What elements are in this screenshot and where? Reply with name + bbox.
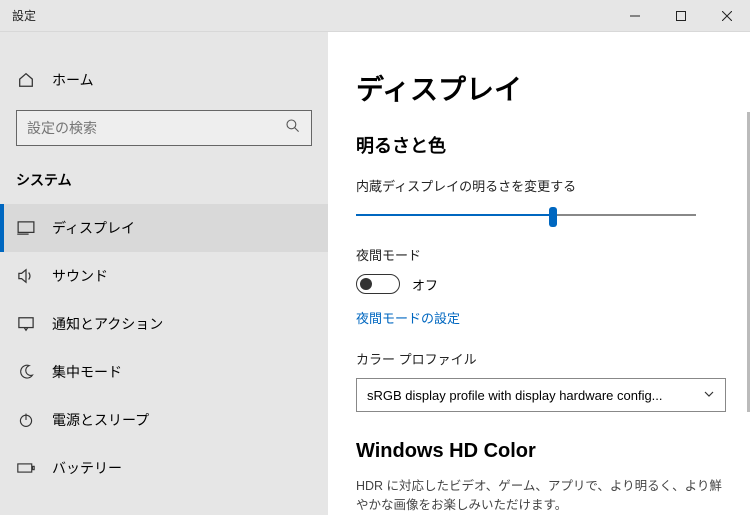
home-link[interactable]: ホーム: [0, 62, 328, 110]
page-title: ディスプレイ: [356, 68, 722, 108]
moon-icon: [16, 364, 36, 380]
nav-item-notifications[interactable]: 通知とアクション: [0, 300, 328, 348]
nav-item-battery[interactable]: バッテリー: [0, 444, 328, 492]
nightmode-label: 夜間モード: [356, 245, 722, 264]
power-icon: [16, 412, 36, 428]
minimize-button[interactable]: [612, 0, 658, 32]
titlebar: 設定: [0, 0, 750, 32]
category-label: システム: [0, 170, 328, 204]
dropdown-value: sRGB display profile with display hardwa…: [367, 388, 663, 403]
nav-item-power[interactable]: 電源とスリープ: [0, 396, 328, 444]
color-profile-dropdown[interactable]: sRGB display profile with display hardwa…: [356, 378, 726, 412]
nav-item-sound[interactable]: サウンド: [0, 252, 328, 300]
notification-icon: [16, 316, 36, 332]
search-input[interactable]: [27, 120, 285, 136]
section-hdr: Windows HD Color: [356, 440, 722, 463]
chevron-down-icon: [703, 388, 715, 403]
nav-label: 通知とアクション: [52, 314, 163, 334]
search-box[interactable]: [16, 110, 312, 146]
nav-item-focus[interactable]: 集中モード: [0, 348, 328, 396]
nav-list: ディスプレイ サウンド 通知とアクション 集中モード 電源とスリープ バッテリー: [0, 204, 328, 492]
content: ディスプレイ 明るさと色 内蔵ディスプレイの明るさを変更する 夜間モード オフ …: [328, 32, 750, 515]
nightmode-settings-link[interactable]: 夜間モードの設定: [356, 308, 460, 327]
home-label: ホーム: [52, 70, 94, 90]
monitor-icon: [16, 221, 36, 235]
sound-icon: [16, 268, 36, 284]
maximize-button[interactable]: [658, 0, 704, 32]
nightmode-toggle[interactable]: [356, 274, 400, 294]
nav-item-display[interactable]: ディスプレイ: [0, 204, 328, 252]
brightness-label: 内蔵ディスプレイの明るさを変更する: [356, 176, 722, 195]
brightness-slider[interactable]: [356, 205, 696, 225]
nightmode-state: オフ: [412, 275, 438, 294]
nav-label: 電源とスリープ: [52, 410, 149, 430]
close-button[interactable]: [704, 0, 750, 32]
color-profile-label: カラー プロファイル: [356, 349, 722, 368]
slider-thumb[interactable]: [549, 207, 557, 227]
nav-label: バッテリー: [52, 458, 122, 478]
nav-label: サウンド: [52, 266, 108, 286]
search-icon: [285, 118, 301, 139]
window-title: 設定: [0, 7, 48, 24]
nav-label: 集中モード: [52, 362, 122, 382]
section-brightness: 明るさと色: [356, 132, 722, 158]
sidebar: ホーム システム ディスプレイ サウンド 通知とアクション: [0, 32, 328, 515]
home-icon: [16, 71, 36, 89]
battery-icon: [16, 462, 36, 474]
nav-label: ディスプレイ: [52, 218, 135, 238]
hdr-description: HDR に対応したビデオ、ゲーム、アプリで、より明るく、より鮮やかな画像をお楽し…: [356, 477, 722, 515]
